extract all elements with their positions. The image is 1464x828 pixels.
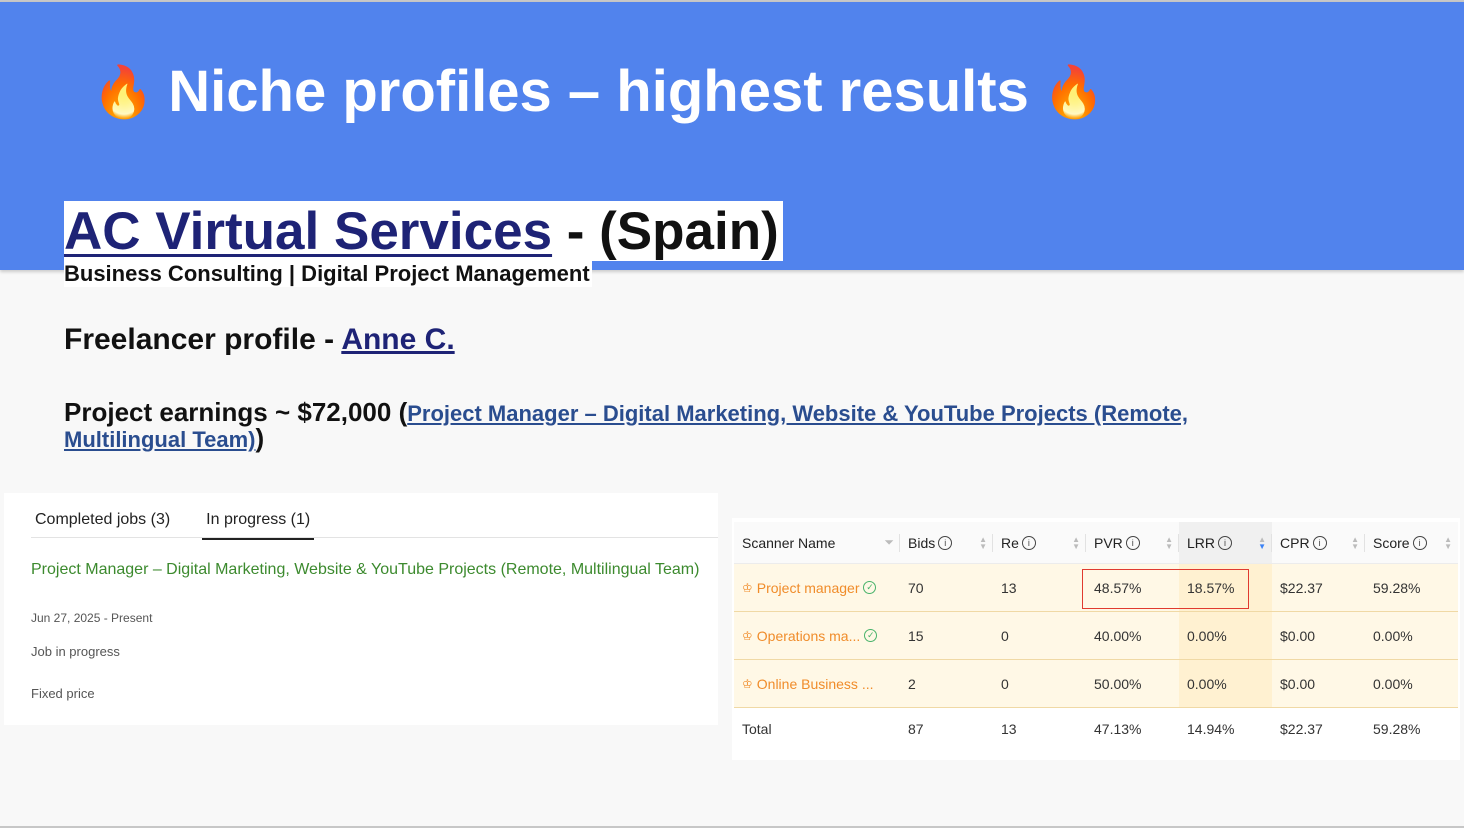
jobs-tabs: Completed jobs (3) In progress (1) xyxy=(31,507,315,540)
column-label: CPR xyxy=(1280,534,1310,551)
column-header-re[interactable]: Re i ▲ ▼ xyxy=(993,522,1086,564)
column-header-scanner-name[interactable]: Scanner Name ⏷ xyxy=(734,522,900,564)
total-label: Total xyxy=(734,707,900,750)
column-header-score[interactable]: Score i ▲ ▼ xyxy=(1365,522,1458,564)
check-circle-icon: ✓ xyxy=(863,581,877,594)
info-icon[interactable]: i xyxy=(1021,535,1036,550)
filter-icon[interactable]: ⏷ xyxy=(884,535,894,550)
info-icon[interactable]: i xyxy=(1312,535,1327,550)
job-status: Job in progress xyxy=(31,644,120,659)
column-label: LRR xyxy=(1187,534,1216,551)
bids-cell: 70 xyxy=(900,563,993,612)
tab-divider xyxy=(31,537,718,538)
pvr-cell: 40.00% xyxy=(1086,611,1179,660)
total-lrr: 14.94% xyxy=(1179,707,1272,750)
company-country: - (Spain) xyxy=(552,201,779,261)
project-earnings: Project earnings ~ $72,000 (Project Mana… xyxy=(64,397,1304,453)
bids-cell: 2 xyxy=(900,659,993,708)
slide-title-text: Niche profiles – highest results xyxy=(168,59,1029,124)
info-icon[interactable]: i xyxy=(1218,535,1233,550)
table-row[interactable]: ♔ Project manager ✓ 70 13 48.57% 18.57% $2… xyxy=(734,563,1458,612)
table-total-row: Total 87 13 47.13% 14.94% $22.37 59.28% xyxy=(734,707,1458,750)
total-bids: 87 xyxy=(900,707,993,750)
re-cell: 13 xyxy=(993,563,1086,612)
scanner-table: Scanner Name ⏷ Bids i ▲ ▼ Re i ▲ ▼ PVR i… xyxy=(734,522,1458,750)
table-row[interactable]: ♔ Operations ma... ✓ 15 0 40.00% 0.00% $0.… xyxy=(734,611,1458,660)
company-subtitle: Business Consulting | Digital Project Ma… xyxy=(64,261,592,287)
column-header-cpr[interactable]: CPR i ▲ ▼ xyxy=(1272,522,1365,564)
sort-icon[interactable]: ▲ ▼ xyxy=(979,535,987,550)
freelancer-line: Freelancer profile - Anne C. xyxy=(64,320,455,360)
company-heading: AC Virtual Services - (Spain) xyxy=(64,201,783,261)
table-row[interactable]: ♔ Online Business ... 2 0 50.00% 0.00% $0… xyxy=(734,659,1458,708)
job-type: Fixed price xyxy=(31,686,95,701)
info-icon[interactable]: i xyxy=(938,535,953,550)
info-icon[interactable]: i xyxy=(1412,535,1427,550)
check-circle-icon: ✓ xyxy=(864,629,878,642)
sort-descending-icon[interactable]: ▲ ▼ xyxy=(1258,535,1266,550)
column-label: PVR xyxy=(1094,534,1123,551)
bids-cell: 15 xyxy=(900,611,993,660)
column-label: Scanner Name xyxy=(742,534,836,551)
sort-icon[interactable]: ▲ ▼ xyxy=(1072,535,1080,550)
sort-icon[interactable]: ▲ ▼ xyxy=(1165,535,1173,550)
fire-icon: 🔥 xyxy=(1042,64,1106,120)
tab-in-progress[interactable]: In progress (1) xyxy=(202,507,315,540)
total-score: 59.28% xyxy=(1365,707,1458,750)
scanner-name[interactable]: Online Business ... xyxy=(757,676,874,692)
scanner-name-cell[interactable]: ♔ Operations ma... ✓ xyxy=(734,611,900,660)
job-date: Jun 27, 2025 - Present xyxy=(31,611,153,625)
total-cpr: $22.37 xyxy=(1272,707,1365,750)
fire-icon: 🔥 xyxy=(92,64,155,120)
lrr-cell: 0.00% xyxy=(1179,659,1272,708)
score-cell: 0.00% xyxy=(1365,659,1458,708)
total-re: 13 xyxy=(993,707,1086,750)
re-cell: 0 xyxy=(993,659,1086,708)
cpr-cell: $0.00 xyxy=(1272,611,1365,660)
pvr-cell: 50.00% xyxy=(1086,659,1179,708)
earnings-prefix: Project earnings ~ $72,000 ( xyxy=(64,397,408,427)
column-label: Re xyxy=(1001,534,1019,551)
jobs-panel: Completed jobs (3) In progress (1) Proje… xyxy=(4,493,718,725)
column-header-bids[interactable]: Bids i ▲ ▼ xyxy=(900,522,993,564)
freelancer-prefix: Freelancer profile - xyxy=(64,323,342,356)
column-label: Bids xyxy=(908,534,936,551)
earnings-suffix: ) xyxy=(255,423,265,453)
cpr-cell: $22.37 xyxy=(1272,563,1365,612)
score-cell: 59.28% xyxy=(1365,563,1458,612)
sort-icon[interactable]: ▲ ▼ xyxy=(1351,535,1359,550)
scanner-name[interactable]: Project manager xyxy=(757,580,860,596)
column-label: Score xyxy=(1373,534,1410,551)
crown-icon: ♔ xyxy=(742,628,753,643)
slide-title: 🔥 Niche profiles – highest results 🔥 xyxy=(92,54,1105,130)
re-cell: 0 xyxy=(993,611,1086,660)
sort-icon[interactable]: ▲ ▼ xyxy=(1444,535,1452,550)
scanner-name-cell[interactable]: ♔ Project manager ✓ xyxy=(734,563,900,612)
lrr-cell: 0.00% xyxy=(1179,611,1272,660)
column-header-pvr[interactable]: PVR i ▲ ▼ xyxy=(1086,522,1179,564)
scanner-table-panel: Scanner Name ⏷ Bids i ▲ ▼ Re i ▲ ▼ PVR i… xyxy=(732,518,1460,760)
table-header-row: Scanner Name ⏷ Bids i ▲ ▼ Re i ▲ ▼ PVR i… xyxy=(734,522,1458,564)
pvr-cell: 48.57% xyxy=(1086,563,1179,612)
cpr-cell: $0.00 xyxy=(1272,659,1365,708)
lrr-cell: 18.57% xyxy=(1179,563,1272,612)
column-header-lrr[interactable]: LRR i ▲ ▼ xyxy=(1179,522,1272,564)
info-icon[interactable]: i xyxy=(1125,535,1140,550)
scanner-name-cell[interactable]: ♔ Online Business ... xyxy=(734,659,900,708)
crown-icon: ♔ xyxy=(742,580,753,595)
freelancer-profile-link[interactable]: Anne C. xyxy=(341,323,454,356)
scanner-name[interactable]: Operations ma... xyxy=(757,628,861,644)
total-pvr: 47.13% xyxy=(1086,707,1179,750)
score-cell: 0.00% xyxy=(1365,611,1458,660)
tab-completed-jobs[interactable]: Completed jobs (3) xyxy=(31,507,174,540)
crown-icon: ♔ xyxy=(742,676,753,691)
company-link[interactable]: AC Virtual Services xyxy=(64,201,552,262)
job-title-link[interactable]: Project Manager – Digital Marketing, Web… xyxy=(31,559,716,580)
